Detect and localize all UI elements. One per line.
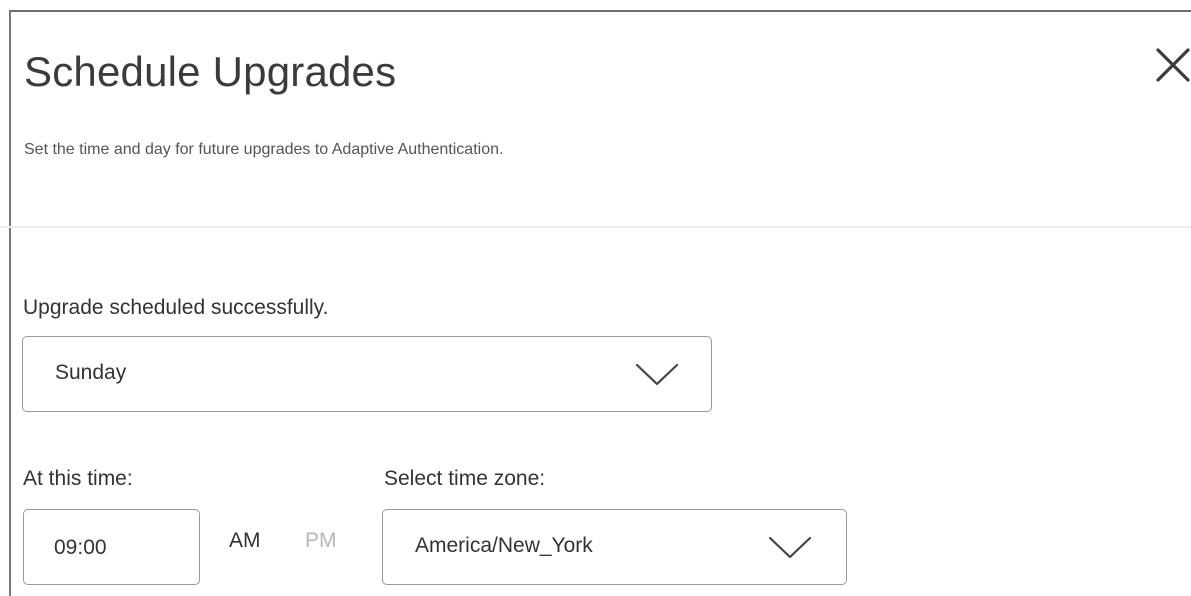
day-select[interactable]: Sunday [22, 336, 712, 412]
section-divider [0, 226, 1191, 228]
timezone-label: Select time zone: [384, 467, 546, 490]
time-input-value: 09:00 [54, 536, 107, 559]
dialog-subtitle: Set the time and day for future upgrades… [24, 141, 504, 158]
pm-toggle[interactable]: PM [305, 529, 337, 553]
am-toggle[interactable]: AM [229, 529, 261, 553]
time-label: At this time: [23, 467, 133, 490]
day-select-value: Sunday [55, 361, 127, 384]
dialog-title: Schedule Upgrades [24, 48, 397, 95]
time-input[interactable]: 09:00 [23, 509, 200, 585]
status-message: Upgrade scheduled successfully. [23, 296, 329, 319]
chevron-down-icon [768, 536, 812, 559]
dialog-left-border [9, 10, 11, 596]
dialog-top-border [10, 10, 1191, 12]
chevron-down-icon [635, 363, 679, 386]
timezone-select-value: America/New_York [415, 534, 593, 557]
close-button[interactable] [1152, 44, 1191, 86]
schedule-upgrades-dialog: Schedule Upgrades Set the time and day f… [0, 0, 1191, 596]
timezone-select[interactable]: America/New_York [382, 509, 847, 585]
close-icon [1156, 48, 1190, 82]
